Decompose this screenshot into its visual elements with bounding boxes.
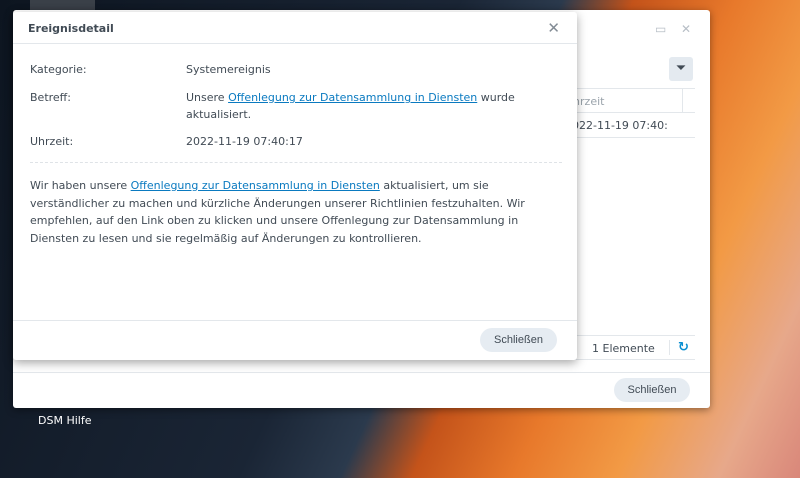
time-label: Uhrzeit: bbox=[30, 135, 74, 148]
event-description: Wir haben unsere Offenlegung zur Datensa… bbox=[30, 177, 570, 247]
category-value: Systemereignis bbox=[186, 63, 271, 76]
close-icon[interactable]: ✕ bbox=[681, 22, 691, 36]
privacy-link[interactable]: Offenlegung zur Datensammlung in Dienste… bbox=[131, 179, 380, 192]
close-button[interactable]: Schließen bbox=[480, 328, 557, 352]
subject-value: Unsere Offenlegung zur Datensammlung in … bbox=[186, 89, 526, 123]
taskbar-tab[interactable] bbox=[30, 0, 95, 10]
privacy-link[interactable]: Offenlegung zur Datensammlung in Dienste… bbox=[228, 91, 477, 104]
time-value: 2022-11-19 07:40:17 bbox=[186, 135, 303, 148]
filter-icon: ⏷ bbox=[675, 61, 687, 76]
row-time: 2022-11-19 07:40: bbox=[565, 119, 668, 132]
column-divider[interactable] bbox=[682, 89, 683, 113]
item-count: 1 Elemente bbox=[592, 342, 655, 355]
grid-footer: 1 Elemente ↻ bbox=[573, 335, 695, 360]
refresh-icon[interactable]: ↻ bbox=[669, 340, 689, 355]
maximize-icon[interactable]: ▭ bbox=[655, 22, 666, 36]
dsm-help-desktop-icon[interactable]: DSM Hilfe bbox=[38, 414, 91, 427]
subject-text: Unsere bbox=[186, 91, 229, 104]
footer-divider bbox=[13, 320, 577, 321]
close-button[interactable]: Schließen bbox=[614, 378, 690, 402]
column-header-time[interactable]: Uhrzeit bbox=[565, 88, 695, 113]
description-text: Wir haben unsere bbox=[30, 179, 131, 192]
footer-divider bbox=[13, 372, 710, 373]
separator bbox=[30, 162, 562, 163]
table-row[interactable]: 2022-11-19 07:40: bbox=[565, 113, 695, 138]
event-detail-dialog: Ereignisdetail ✕ Kategorie: Systemereign… bbox=[13, 12, 577, 360]
filter-button[interactable]: ⏷ bbox=[669, 57, 693, 81]
category-label: Kategorie: bbox=[30, 63, 87, 76]
subject-label: Betreff: bbox=[30, 91, 71, 104]
close-icon[interactable]: ✕ bbox=[547, 19, 560, 37]
dialog-title: Ereignisdetail bbox=[13, 12, 577, 44]
